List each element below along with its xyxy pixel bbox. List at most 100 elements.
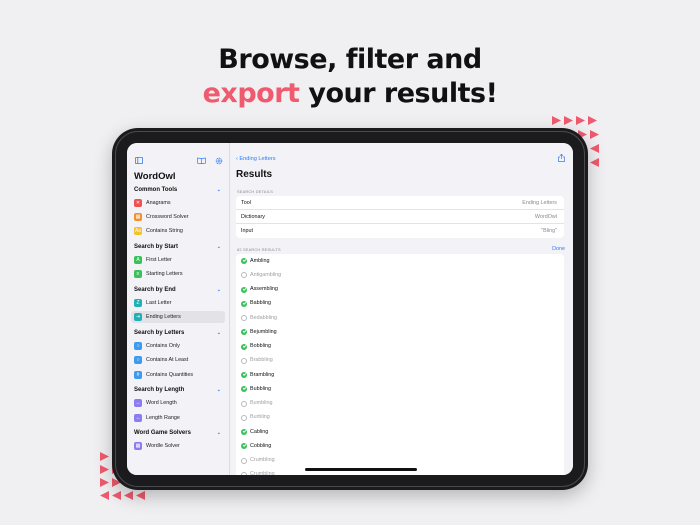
sidebar-item-word-length[interactable]: ↔ Word Length: [131, 397, 225, 409]
sidebar-item-label: Length Range: [146, 414, 180, 421]
list-item[interactable]: Antigambling: [236, 268, 564, 282]
sidebar-item-anagrams[interactable]: ✕ Anagrams: [131, 197, 225, 209]
sidebar-item-contains-at-least[interactable]: ○ Contains At Least: [131, 354, 225, 366]
sidebar-item-label: First Letter: [146, 257, 172, 264]
app-screen: 4:13 PM Tue Sep 12 ••• ▾ 100% ▭ WordOwl …: [127, 143, 573, 475]
empty-circle-icon[interactable]: [241, 315, 247, 321]
checkmark-circle-icon[interactable]: [241, 286, 247, 293]
checkmark-circle-icon[interactable]: [241, 429, 247, 435]
sidebar-item-ending-letters[interactable]: ⇥ Ending Letters: [131, 311, 225, 324]
sidebar-item-wordle-solver[interactable]: ▦ Wordle Solver: [131, 440, 225, 452]
list-item[interactable]: Bedabbling: [236, 311, 564, 325]
list-item[interactable]: Crumbling: [236, 454, 564, 468]
book-icon[interactable]: [197, 157, 206, 166]
result-word: Burbling: [250, 414, 270, 421]
sidebar-section-header[interactable]: Search by Length ⌄: [134, 387, 225, 393]
back-button[interactable]: ‹ Ending Letters: [236, 156, 276, 162]
share-icon[interactable]: [558, 153, 565, 164]
search-details-caption: SEARCH DETAILS: [237, 189, 274, 194]
sidebar-item-contains-only[interactable]: ○ Contains Only: [131, 340, 225, 352]
checkmark-circle-icon[interactable]: [241, 329, 247, 336]
crossword-icon: ▦: [134, 213, 142, 222]
list-item[interactable]: Bobbling: [236, 340, 564, 354]
sidebar-item-label: Contains Only: [146, 343, 180, 350]
sidebar-item-length-range[interactable]: ↔ Length Range: [131, 412, 225, 424]
list-item[interactable]: Assembling: [236, 283, 564, 297]
sidebar-item-contains-string[interactable]: Aa Contains String: [131, 225, 225, 237]
sidebar-item-contains-quantities[interactable]: # Contains Quantities: [131, 369, 225, 381]
sidebar-section-title: Search by Letters: [134, 330, 185, 337]
chevron-down-icon[interactable]: ⌄: [217, 387, 221, 393]
empty-circle-icon[interactable]: [241, 457, 247, 464]
list-item[interactable]: Bumbling: [236, 397, 564, 411]
result-word: Bumbling: [250, 400, 273, 406]
sidebar-item-starting-letters[interactable]: ≡ Starting Letters: [131, 268, 225, 280]
list-item[interactable]: Babbling: [236, 297, 564, 311]
sidebar-section-header[interactable]: Search by Letters ⌄: [134, 330, 225, 336]
app-title: WordOwl: [134, 171, 176, 182]
word-length-icon: ↔: [134, 399, 142, 408]
result-word: Bubbling: [250, 385, 271, 392]
sidebar-item-crossword-solver[interactable]: ▦ Crossword Solver: [131, 211, 225, 223]
sidebar-item-label: Crossword Solver: [146, 214, 189, 221]
list-item[interactable]: Burbling: [236, 411, 564, 425]
checkmark-circle-icon[interactable]: [241, 372, 247, 378]
result-word: Antigambling: [250, 271, 282, 278]
empty-circle-icon[interactable]: [241, 471, 247, 475]
chevron-down-icon[interactable]: ⌄: [217, 430, 221, 436]
empty-circle-icon[interactable]: [241, 272, 247, 279]
results-pane: ‹ Ending Letters Results SEARCH DETAILS …: [231, 143, 573, 475]
home-indicator[interactable]: [305, 468, 417, 471]
detail-key: Dictionary: [241, 214, 265, 220]
result-word: Bobbling: [250, 343, 271, 349]
checkmark-circle-icon[interactable]: [241, 258, 247, 264]
detail-value: "Bling": [541, 228, 557, 234]
detail-row-dictionary: Dictionary WordOwl: [236, 210, 564, 224]
detail-row-tool: Tool Ending Letters: [236, 196, 564, 210]
done-button[interactable]: Done: [552, 246, 565, 252]
list-item[interactable]: Brambling: [236, 368, 564, 382]
ending-letters-icon: ⇥: [134, 313, 142, 322]
sidebar-toggle-icon[interactable]: [135, 157, 143, 166]
empty-circle-icon[interactable]: [241, 414, 247, 421]
sidebar-item-label: Starting Letters: [146, 271, 183, 278]
chevron-down-icon[interactable]: ⌄: [217, 187, 221, 193]
list-item[interactable]: Cobbling: [236, 439, 564, 453]
result-word: Crumbling: [250, 471, 275, 475]
list-item[interactable]: Ambling: [236, 254, 564, 268]
result-word: Brambling: [250, 371, 275, 378]
first-letter-icon: A: [134, 256, 142, 265]
sidebar-item-label: Contains String: [146, 228, 183, 235]
list-item[interactable]: Bejumbling: [236, 325, 564, 339]
sidebar-item-first-letter[interactable]: A First Letter: [131, 254, 225, 266]
contains-only-icon: ○: [134, 342, 142, 351]
gear-icon[interactable]: [215, 157, 223, 167]
sidebar-item-label: Last Letter: [146, 300, 172, 307]
checkmark-circle-icon[interactable]: [241, 300, 247, 307]
sidebar-section-header[interactable]: Search by Start ⌄: [134, 244, 225, 250]
chevron-down-icon[interactable]: ⌄: [217, 287, 221, 293]
sidebar-section-header[interactable]: Search by End ⌄: [134, 287, 225, 293]
sidebar-item-last-letter[interactable]: Z Last Letter: [131, 297, 225, 309]
checkmark-circle-icon[interactable]: [241, 386, 247, 393]
chevron-down-icon[interactable]: ⌄: [217, 330, 221, 336]
checkmark-circle-icon[interactable]: [241, 343, 247, 350]
result-word: Cobbling: [250, 442, 272, 449]
list-item[interactable]: Bubbling: [236, 382, 564, 396]
result-word: Ambling: [250, 257, 270, 264]
sidebar-section-header[interactable]: Common Tools ⌄: [134, 187, 225, 193]
result-word: Brabbling: [250, 357, 273, 364]
detail-key: Tool: [241, 200, 251, 206]
page-title: Results: [236, 169, 273, 180]
empty-circle-icon[interactable]: [241, 400, 247, 407]
sidebar-section-title: Search by End: [134, 287, 176, 294]
checkmark-circle-icon[interactable]: [241, 443, 247, 450]
result-word: Babbling: [250, 300, 271, 307]
result-word: Bedabbling: [250, 314, 277, 321]
list-item[interactable]: Cabling: [236, 425, 564, 439]
sidebar-section-header[interactable]: Word Game Solvers ⌄: [134, 430, 225, 436]
chevron-down-icon[interactable]: ⌄: [217, 244, 221, 250]
list-item[interactable]: Brabbling: [236, 354, 564, 368]
headline-rest: your results!: [299, 78, 498, 109]
empty-circle-icon[interactable]: [241, 357, 247, 364]
